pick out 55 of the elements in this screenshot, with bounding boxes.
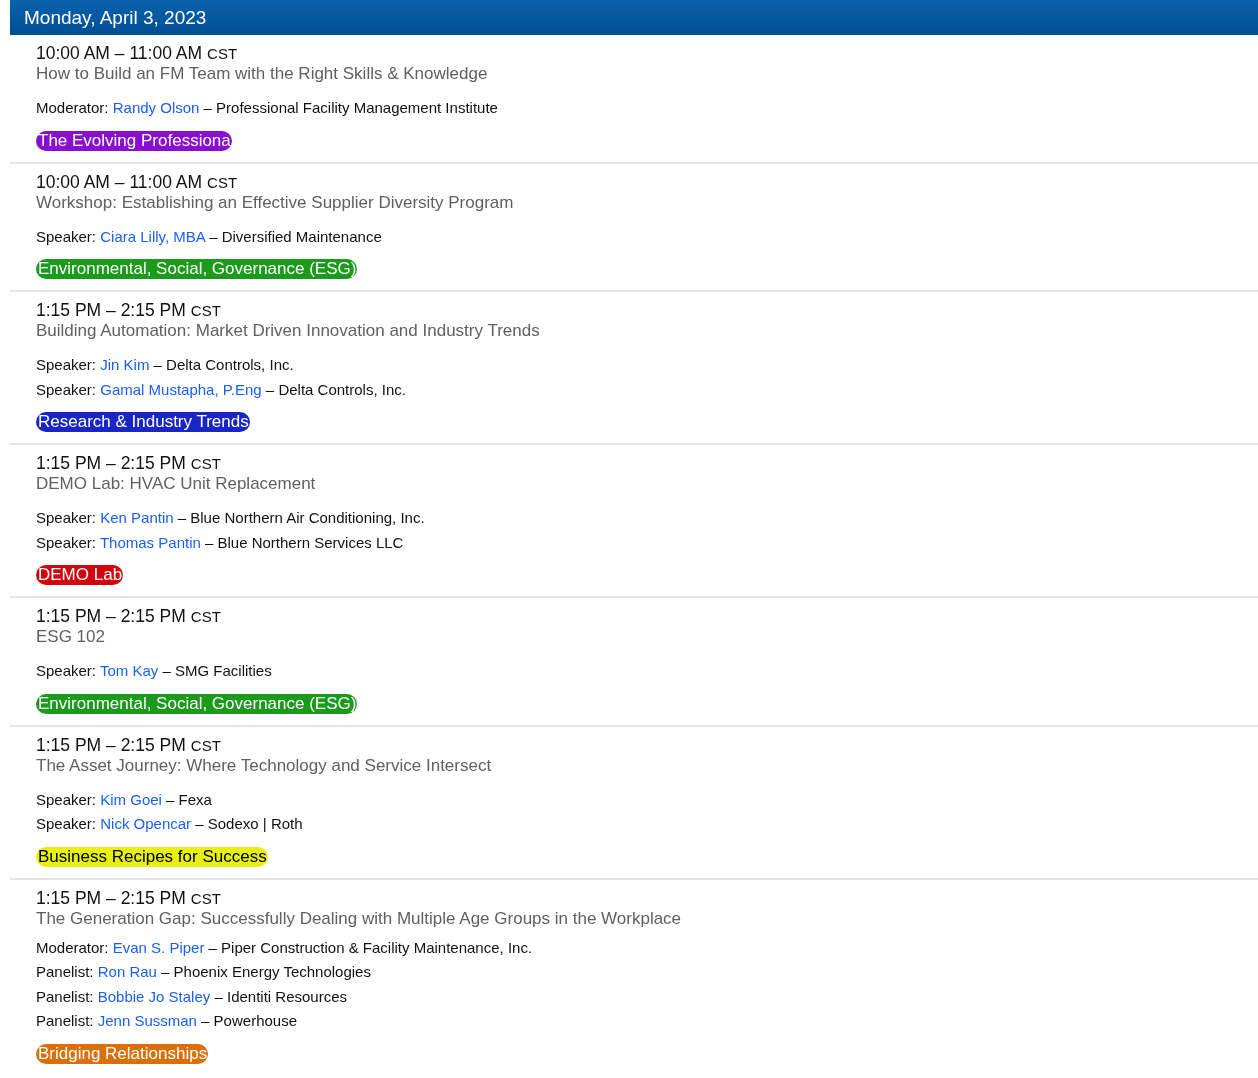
- track-tag[interactable]: Business Recipes for Success: [36, 846, 268, 867]
- speaker-link[interactable]: Tom Kay: [99, 662, 159, 679]
- speaker-line: Moderator: Randy Olson – Professional Facility Management Institute: [36, 98, 499, 118]
- speaker-link[interactable]: Bobbie Jo Staley: [97, 987, 211, 1005]
- speaker-line: Speaker: Tom Kay – SMG Facilities: [36, 661, 273, 681]
- speaker-line: Panelist: Bobbie Jo Staley – Identiti Resources: [36, 986, 349, 1007]
- session-time: 1:15 PM – 2:15 PM: [36, 887, 186, 909]
- track-tag[interactable]: DEMO Lab: [36, 565, 124, 585]
- speaker-line: Moderator: Evan S. Piper – Piper Construction & Facility Maintenance, Inc.: [36, 937, 534, 958]
- speaker-line: Panelist: Jenn Sussman – Powerhouse: [36, 1011, 298, 1031]
- timezone: CST: [190, 302, 221, 319]
- session-time: 1:15 PM – 2:15 PM: [36, 606, 186, 627]
- track-tag[interactable]: Research & Industry Trends: [36, 412, 250, 432]
- speaker-link[interactable]: Evan S. Piper: [112, 938, 205, 956]
- session-title: The Asset Journey: Where Technology and Service Intersect: [36, 754, 493, 777]
- track-tag[interactable]: Bridging Relationships: [36, 1043, 209, 1064]
- speaker-line: Speaker: Ciara Lilly, MBA – Diversified Maintenance: [36, 226, 383, 247]
- timezone: CST: [207, 173, 238, 191]
- speaker-link[interactable]: Ken Pantin: [100, 509, 174, 526]
- speaker-line: Speaker: Jin Kim – Delta Controls, Inc.: [36, 355, 295, 375]
- speaker-line: Speaker: Ken Pantin – Blue Northern Air Conditioning, Inc.: [36, 508, 426, 528]
- speaker-line: Speaker: Thomas Pantin – Blue Northern Services LLC: [36, 532, 405, 553]
- timezone: CST: [190, 889, 221, 907]
- session-time: 1:15 PM – 2:15 PM: [36, 300, 186, 321]
- speaker-link[interactable]: Randy Olson: [112, 99, 200, 116]
- session-title: The Generation Gap: Successfully Dealing with Multiple Age Groups in the Workplace: [36, 907, 683, 930]
- speaker-line: Panelist: Ron Rau – Phoenix Energy Technologies: [36, 962, 372, 982]
- session-time: 10:00 AM – 11:00 AM: [36, 171, 203, 193]
- track-tag[interactable]: The Evolving Professiona: [36, 130, 232, 151]
- speaker-line: Speaker: Gamal Mustapha, P.Eng – Delta Controls, Inc.: [36, 379, 407, 400]
- timezone: CST: [190, 608, 221, 625]
- session-time: 1:15 PM – 2:15 PM: [36, 734, 186, 756]
- speaker-link[interactable]: Kim Goei: [100, 790, 162, 808]
- speaker-link[interactable]: Gamal Mustapha, P.Eng: [100, 380, 262, 398]
- session-title: Building Automation: Market Driven Innovation and Industry Trends: [36, 320, 541, 342]
- session-time: 1:15 PM – 2:15 PM: [36, 453, 186, 474]
- speaker-link[interactable]: Jenn Sussman: [97, 1012, 197, 1029]
- speaker-link[interactable]: Nick Opencar: [100, 815, 192, 832]
- speaker-link[interactable]: Jin Kim: [100, 356, 150, 373]
- session-time: 10:00 AM – 11:00 AM: [36, 43, 203, 64]
- speaker-line: Speaker: Kim Goei – Fexa: [36, 789, 213, 810]
- track-tag[interactable]: Environmental, Social, Governance (ESG): [36, 693, 358, 714]
- timezone: CST: [207, 45, 238, 62]
- speaker-link[interactable]: Ron Rau: [97, 963, 157, 980]
- speaker-line: Speaker: Nick Opencar – Sodexo | Roth: [36, 814, 304, 834]
- speaker-link[interactable]: Ciara Lilly, MBA: [100, 227, 205, 245]
- session-title: ESG 102: [36, 626, 106, 648]
- speaker-link[interactable]: Thomas Pantin: [99, 533, 201, 551]
- timezone: CST: [190, 455, 221, 472]
- day-title: Monday, April 3, 2023: [24, 6, 207, 29]
- session-title: DEMO Lab: HVAC Unit Replacement: [36, 473, 317, 495]
- session-title: How to Build an FM Team with the Right Skills & Knowledge: [36, 63, 489, 85]
- session-title: Workshop: Establishing an Effective Supplier Diversity Program: [36, 191, 515, 214]
- timezone: CST: [190, 736, 221, 754]
- track-tag[interactable]: Environmental, Social, Governance (ESG): [36, 259, 358, 279]
